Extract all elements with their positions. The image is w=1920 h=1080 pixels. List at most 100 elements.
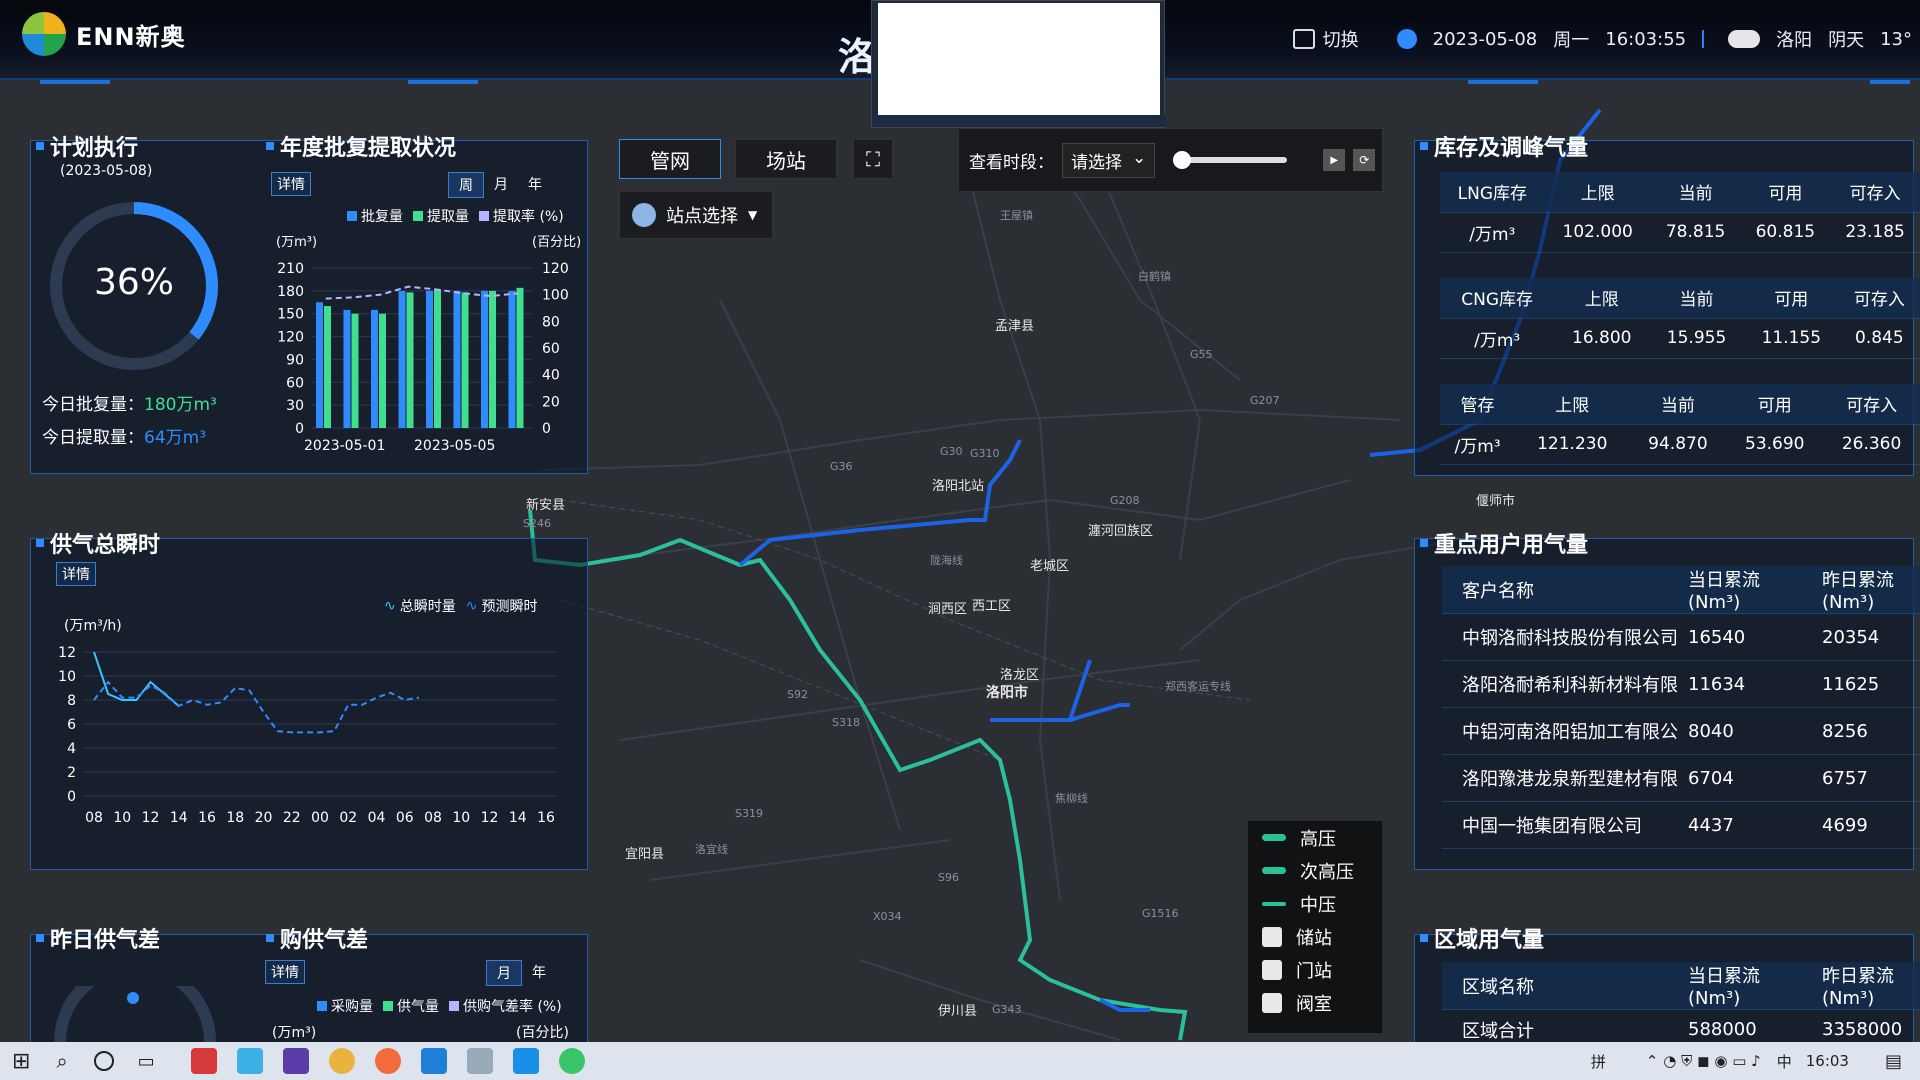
chrome-icon[interactable] bbox=[328, 1048, 355, 1074]
table-row[interactable]: 洛阳洛耐希利科新材料有限 11634 11625 bbox=[1442, 660, 1920, 708]
period-slider[interactable] bbox=[1173, 151, 1288, 169]
y-right-tick-label: 0 bbox=[542, 421, 551, 437]
station-select-label: 站点选择 bbox=[666, 206, 738, 227]
legend-sub-high-pressure[interactable]: 次高压 bbox=[1248, 854, 1382, 887]
table-row[interactable]: 中铝河南洛阳铝加工有限公 8040 8256 bbox=[1442, 707, 1920, 755]
map-place-label: 王屋镇 bbox=[1000, 209, 1033, 222]
header-deco-line bbox=[1870, 80, 1910, 84]
map-place-label: 宜阳县 bbox=[625, 847, 665, 862]
tab-station[interactable]: 场站 bbox=[735, 139, 837, 179]
switch-button[interactable]: 切换 bbox=[1292, 26, 1359, 52]
bar-approved bbox=[371, 309, 378, 428]
customer-name: 洛阳洛耐希利科新材料有限 bbox=[1442, 660, 1678, 708]
table-row[interactable]: 中钢洛耐科技股份有限公司 16540 20354 bbox=[1442, 613, 1920, 661]
legend-storage[interactable]: 储站 bbox=[1248, 920, 1382, 953]
yesterday-flow: 4699 bbox=[1812, 801, 1920, 849]
weekday-text: 周一 bbox=[1553, 30, 1590, 51]
today-flow: 11634 bbox=[1678, 660, 1812, 708]
x-tick-label: 04 bbox=[368, 810, 386, 826]
map-place-label: 焦柳线 bbox=[1055, 792, 1088, 805]
taskbar-clock[interactable]: 16:03 bbox=[1806, 1052, 1849, 1070]
search-icon[interactable]: ⌕ bbox=[56, 1049, 67, 1073]
wechat-icon[interactable] bbox=[558, 1048, 585, 1074]
legend-supply: 供气量 bbox=[383, 996, 439, 1016]
y-right-tick-label: 20 bbox=[542, 394, 560, 410]
yesterday-flow: 20354 bbox=[1812, 613, 1920, 661]
y-tick-label: 180 bbox=[277, 284, 304, 300]
x-tick-label: 20 bbox=[255, 810, 273, 826]
cng-table: CNG库存 上限 当前 可用 可存入 /万m³ 16.800 15.955 11.155 0.8… bbox=[1440, 278, 1920, 359]
cortana-icon[interactable] bbox=[93, 1051, 114, 1071]
supply-detail-button[interactable]: 详情 bbox=[56, 562, 96, 586]
yesterday-flow: 11625 bbox=[1812, 660, 1920, 708]
x-tick-label: 08 bbox=[424, 810, 442, 826]
legend-gate-station[interactable]: 门站 bbox=[1248, 953, 1382, 986]
wps-icon[interactable] bbox=[190, 1048, 217, 1074]
ime-language[interactable]: 中 bbox=[1777, 1051, 1792, 1072]
task-view-icon[interactable]: ▭ bbox=[138, 1051, 155, 1072]
play-button[interactable]: ▶ bbox=[1323, 149, 1346, 171]
slider-handle[interactable] bbox=[1173, 151, 1192, 169]
map-place-label: 陇海线 bbox=[930, 554, 963, 567]
vscode-icon[interactable] bbox=[420, 1048, 447, 1074]
legend-medium-pressure[interactable]: 中压 bbox=[1248, 887, 1382, 920]
approved-label: 今日批复量： bbox=[42, 395, 144, 415]
bar-extracted bbox=[461, 292, 469, 428]
key-users-table: 客户名称 当日累流(Nm³) 昨日累流(Nm³) 中钢洛耐科技股份有限公司 165… bbox=[1442, 566, 1920, 849]
notification-icon[interactable]: ▤ bbox=[1885, 1051, 1902, 1072]
header-deco-line bbox=[408, 80, 478, 84]
period-select[interactable]: 请选择 ⌄ bbox=[1062, 142, 1156, 178]
postman-icon[interactable] bbox=[374, 1048, 401, 1074]
tab-month[interactable]: 月 bbox=[486, 960, 522, 986]
ime-mode[interactable]: 拼 bbox=[1591, 1051, 1606, 1072]
tab-month[interactable]: 月 bbox=[484, 172, 518, 198]
map-place-label: 瀍河回族区 bbox=[1088, 524, 1154, 539]
y-tick-label: 10 bbox=[58, 669, 76, 685]
tray-icons[interactable]: ⌃ ◔ ⛨ ◼ ◉ ▭ ♪ bbox=[1646, 1052, 1761, 1070]
fullscreen-button[interactable]: ⛶ bbox=[853, 139, 893, 179]
windows-start-icon[interactable]: ⊞ bbox=[12, 1049, 30, 1074]
approved-value: 180万m³ bbox=[144, 395, 217, 415]
yesterday-title: 昨日供气差 bbox=[36, 922, 160, 954]
window-thumbnail[interactable] bbox=[871, 0, 1166, 128]
switch-label: 切换 bbox=[1322, 30, 1359, 51]
browser-icon[interactable] bbox=[236, 1048, 263, 1074]
refresh-button[interactable]: ⟳ bbox=[1353, 149, 1376, 171]
map-place-label: G207 bbox=[1250, 394, 1280, 407]
bar-approved bbox=[426, 290, 433, 428]
table-row[interactable]: 中国一拖集团有限公司 4437 4699 bbox=[1442, 801, 1920, 849]
table-row[interactable]: 洛阳豫港龙泉新型建材有限 6704 6757 bbox=[1442, 754, 1920, 802]
today-flow: 4437 bbox=[1678, 801, 1812, 849]
bar-extracted bbox=[351, 313, 359, 428]
map-place-label: G55 bbox=[1190, 348, 1213, 361]
tab-year[interactable]: 年 bbox=[518, 172, 552, 198]
annual-period-tabs: 周 月 年 bbox=[448, 172, 552, 198]
y-right-tick-label: 80 bbox=[542, 314, 560, 330]
feishu-icon[interactable] bbox=[512, 1048, 539, 1074]
map-place-label: S96 bbox=[938, 871, 959, 884]
storage-station-icon bbox=[1262, 926, 1282, 947]
legend-label: 门站 bbox=[1296, 960, 1332, 982]
legend-valve-room[interactable]: 阀室 bbox=[1248, 986, 1382, 1019]
gate-station-icon bbox=[1262, 959, 1282, 980]
x-tick-label: 16 bbox=[537, 810, 555, 826]
legend-label: 阀室 bbox=[1296, 993, 1332, 1015]
yesterday-detail-button[interactable]: 详情 bbox=[265, 960, 305, 984]
tab-week[interactable]: 周 bbox=[448, 172, 484, 198]
map-place-label: S246 bbox=[523, 517, 551, 530]
annual-detail-button[interactable]: 详情 bbox=[271, 172, 311, 196]
legend-high-pressure[interactable]: 高压 bbox=[1248, 821, 1382, 854]
lng-table: LNG库存 上限 当前 可用 可存入 /万m³ 102.000 78.815 60.815 23… bbox=[1440, 172, 1920, 253]
station-select-dropdown[interactable]: 站点选择 ▼ bbox=[619, 191, 773, 239]
app-icon[interactable] bbox=[282, 1048, 309, 1074]
total-instant-line bbox=[93, 651, 180, 707]
bar-approved bbox=[508, 290, 516, 428]
tab-year[interactable]: 年 bbox=[522, 960, 556, 986]
windows-taskbar: ⊞ ⌕ ▭ 拼 ⌃ ◔ ⛨ ◼ ◉ ▭ ♪ 中 16:03 ▤ bbox=[0, 1042, 1920, 1080]
chevron-down-icon: ⌄ bbox=[1132, 147, 1147, 168]
map-place-label: 白鹤镇 bbox=[1138, 270, 1171, 283]
tab-pipe-network[interactable]: 管网 bbox=[619, 139, 721, 179]
extracted-value: 64万m³ bbox=[144, 428, 207, 448]
notepad-icon[interactable] bbox=[466, 1048, 493, 1074]
fullscreen-icon: ⛶ bbox=[866, 147, 880, 171]
